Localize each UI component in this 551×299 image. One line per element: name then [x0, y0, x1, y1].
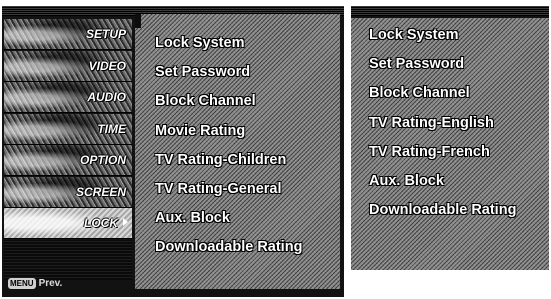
menu-item-movie-rating[interactable]: Movie Rating [155, 121, 302, 150]
main-menu-sidebar: SETUP VIDEO AUDIO TIME OPTION SCREEN LOC… [4, 19, 132, 280]
panel-top-band [351, 6, 549, 16]
menu-item-downloadable-rating[interactable]: Downloadable Rating [155, 237, 302, 266]
menu-item-tv-rating-children[interactable]: TV Rating-Children [155, 150, 302, 179]
sidebar-item-label: SETUP [85, 27, 126, 41]
sidebar-item-audio[interactable]: AUDIO [4, 82, 132, 113]
menu-item-lock-system[interactable]: Lock System [155, 33, 302, 62]
sidebar-item-setup[interactable]: SETUP [4, 19, 132, 50]
menu-item-block-channel[interactable]: Block Channel [155, 91, 302, 120]
menu-item-set-password[interactable]: Set Password [369, 54, 516, 83]
menu-item-tv-rating-general[interactable]: TV Rating-General [155, 179, 302, 208]
menu-item-aux-block[interactable]: Aux. Block [155, 208, 302, 237]
sidebar-item-option[interactable]: OPTION [4, 145, 132, 176]
sidebar-item-video[interactable]: VIDEO [4, 50, 132, 82]
menu-item-block-channel[interactable]: Block Channel [369, 83, 516, 112]
sidebar-item-label: SCREEN [75, 184, 126, 199]
lock-submenu-list-left: Lock System Set Password Block Channel M… [155, 33, 302, 267]
sidebar-item-label: TIME [97, 121, 126, 136]
sidebar-item-label: AUDIO [87, 90, 126, 104]
menu-corner-tab [135, 14, 141, 28]
chevron-right-icon [123, 218, 128, 226]
sidebar-filler [4, 239, 132, 280]
menu-item-downloadable-rating[interactable]: Downloadable Rating [369, 200, 516, 229]
lock-submenu-list-right: Lock System Set Password Block Channel T… [369, 25, 516, 229]
sidebar-item-screen[interactable]: SCREEN [4, 176, 132, 208]
footer-prev-text: Prev. [38, 278, 63, 289]
menu-item-tv-rating-english[interactable]: TV Rating-English [369, 113, 516, 142]
menu-item-tv-rating-french[interactable]: TV Rating-French [369, 142, 516, 171]
sidebar-item-label: VIDEO [88, 58, 126, 73]
footer-hint: MENU Prev. [8, 278, 62, 289]
sidebar-item-label: OPTION [79, 153, 126, 167]
sidebar-item-label: LOCK [84, 216, 118, 230]
sidebar-item-time[interactable]: TIME [4, 113, 132, 145]
menu-item-set-password[interactable]: Set Password [155, 62, 302, 91]
sidebar-item-lock[interactable]: LOCK [4, 208, 132, 239]
menu-item-lock-system[interactable]: Lock System [369, 25, 516, 54]
menu-item-aux-block[interactable]: Aux. Block [369, 171, 516, 200]
menu-button-icon: MENU [8, 278, 36, 289]
